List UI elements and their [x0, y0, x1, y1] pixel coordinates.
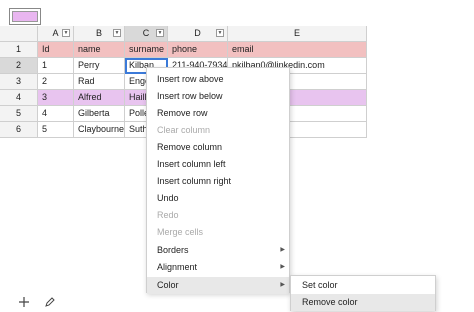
- context-menu-item-alignment[interactable]: Alignment ▶: [147, 259, 289, 276]
- context-menu-item-insert-row-above[interactable]: Insert row above: [147, 71, 289, 88]
- table-cell[interactable]: phone: [168, 42, 228, 58]
- column-header-label: B: [95, 28, 102, 38]
- submenu-arrow-icon: ▶: [280, 247, 285, 253]
- column-header-label: A: [52, 28, 59, 38]
- table-cell[interactable]: Alfred: [74, 90, 125, 106]
- table-cell[interactable]: Claybourne: [74, 122, 125, 138]
- context-menu-item-label: Insert column left: [157, 159, 226, 169]
- context-menu-item-label: Clear column: [157, 125, 211, 135]
- context-menu-item-label: Merge cells: [157, 227, 204, 237]
- table-cell[interactable]: surname: [125, 42, 168, 58]
- context-menu-item-label: Insert row above: [157, 74, 224, 84]
- table-cell[interactable]: email: [228, 42, 367, 58]
- column-header-c[interactable]: C ▼: [125, 26, 168, 42]
- context-menu-item-merge-cells: Merge cells: [147, 224, 289, 241]
- table-cell[interactable]: Perry: [74, 58, 125, 74]
- context-menu-item-label: Redo: [157, 210, 179, 220]
- color-submenu-item-set-color[interactable]: Set color: [291, 277, 435, 294]
- context-menu-item-label: Insert column right: [157, 176, 232, 186]
- filter-icon[interactable]: ▼: [62, 29, 70, 37]
- context-menu-item-label: Borders: [157, 245, 189, 255]
- context-menu-item-remove-column[interactable]: Remove column: [147, 139, 289, 156]
- filter-icon[interactable]: ▼: [216, 29, 224, 37]
- filter-icon[interactable]: ▼: [156, 29, 164, 37]
- column-header-label: D: [194, 28, 201, 38]
- context-menu-item-label: Remove column: [157, 142, 223, 152]
- filter-icon[interactable]: ▼: [113, 29, 121, 37]
- column-header-label: C: [142, 28, 150, 38]
- context-menu-item-label: Alignment: [157, 262, 198, 272]
- context-menu-item-borders[interactable]: Borders ▶: [147, 242, 289, 259]
- context-menu-item-label: Remove row: [157, 108, 208, 118]
- context-menu-item-insert-row-below[interactable]: Insert row below: [147, 88, 289, 105]
- submenu-arrow-icon: ▶: [280, 264, 285, 270]
- pencil-icon[interactable]: [44, 296, 56, 308]
- context-menu-item-label: Color: [157, 280, 179, 290]
- context-menu-item-label: Insert row below: [157, 91, 223, 101]
- table-cell[interactable]: 3: [38, 90, 74, 106]
- context-menu-item-label: Undo: [157, 193, 179, 203]
- column-header-e[interactable]: E: [228, 26, 367, 42]
- row-header[interactable]: 5: [0, 106, 38, 122]
- context-menu-item-clear-column: Clear column: [147, 122, 289, 139]
- row-header[interactable]: 1: [0, 42, 38, 58]
- row-header[interactable]: 3: [0, 74, 38, 90]
- row-header[interactable]: 4: [0, 90, 38, 106]
- column-header-b[interactable]: B ▼: [74, 26, 125, 42]
- row-header[interactable]: 2: [0, 58, 38, 74]
- color-swatch-button[interactable]: [9, 8, 41, 25]
- row-header[interactable]: 6: [0, 122, 38, 138]
- table-cell[interactable]: name: [74, 42, 125, 58]
- table-cell[interactable]: 4: [38, 106, 74, 122]
- context-menu-item-undo[interactable]: Undo: [147, 190, 289, 207]
- table-cell[interactable]: 1: [38, 58, 74, 74]
- context-menu: Insert row above Insert row below Remove r…: [146, 67, 290, 294]
- context-menu-item-insert-column-left[interactable]: Insert column left: [147, 156, 289, 173]
- corner-cell[interactable]: [0, 26, 38, 42]
- color-submenu: Set color Remove color: [290, 275, 436, 311]
- submenu-arrow-icon: ▶: [280, 282, 285, 288]
- context-menu-item-redo: Redo: [147, 207, 289, 224]
- color-swatch-icon: [12, 11, 38, 22]
- color-submenu-item-remove-color[interactable]: Remove color: [291, 294, 435, 311]
- table-cell[interactable]: Rad: [74, 74, 125, 90]
- plus-icon[interactable]: [18, 296, 30, 308]
- column-header-d[interactable]: D ▼: [168, 26, 228, 42]
- table-cell[interactable]: Id: [38, 42, 74, 58]
- context-menu-item-color[interactable]: Color ▶: [147, 277, 289, 294]
- context-menu-item-remove-row[interactable]: Remove row: [147, 105, 289, 122]
- table-cell[interactable]: 5: [38, 122, 74, 138]
- column-header-label: E: [293, 28, 300, 38]
- table-cell[interactable]: Gilberta: [74, 106, 125, 122]
- table-cell[interactable]: 2: [38, 74, 74, 90]
- context-menu-item-insert-column-right[interactable]: Insert column right: [147, 173, 289, 190]
- column-header-a[interactable]: A ▼: [38, 26, 74, 42]
